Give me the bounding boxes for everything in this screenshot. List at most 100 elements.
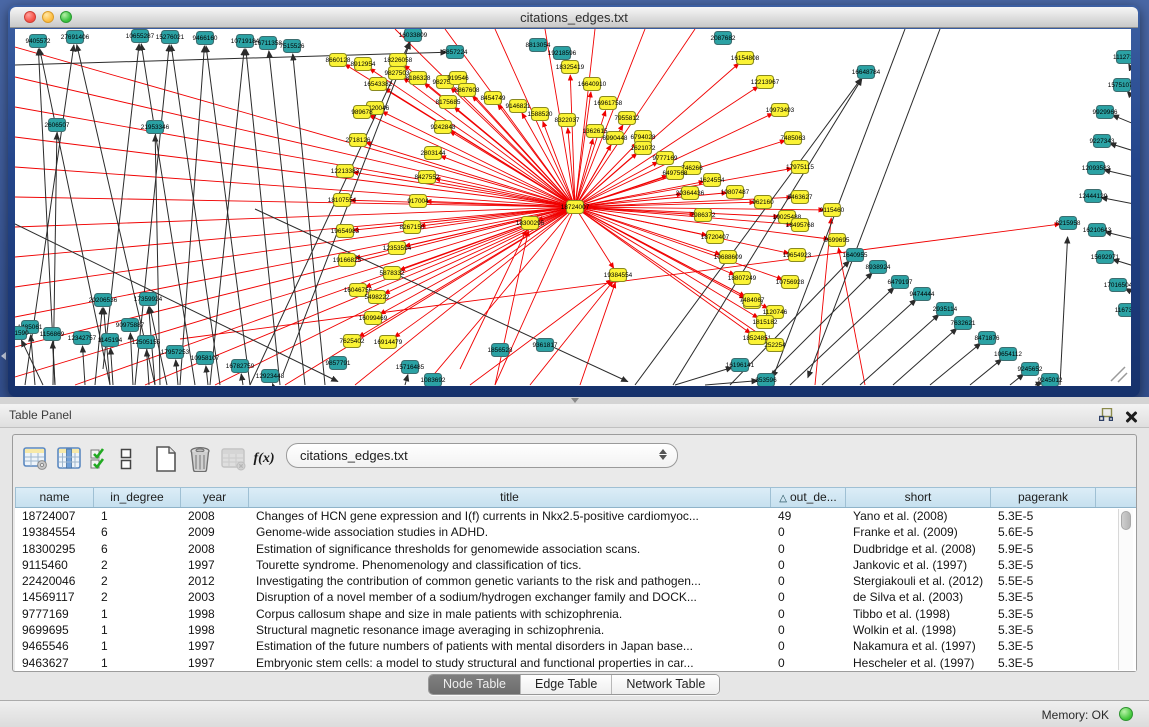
network-node[interactable]: 1145194: [98, 334, 123, 347]
row-height-icon[interactable]: [115, 444, 137, 474]
network-node[interactable]: 1112712: [1113, 51, 1131, 64]
network-node[interactable]: 10756928: [776, 276, 805, 289]
network-edge[interactable]: [570, 75, 575, 207]
network-edge[interactable]: [1112, 115, 1131, 124]
network-edge[interactable]: [285, 207, 575, 385]
network-node[interactable]: 12444129: [1079, 190, 1108, 203]
network-node[interactable]: 16782759: [226, 360, 255, 373]
network-edge[interactable]: [155, 135, 160, 385]
network-node[interactable]: 17957253: [161, 346, 190, 359]
network-edge[interactable]: [15, 47, 575, 207]
table-row[interactable]: 1456911722003Disruption of a novel membe…: [15, 589, 1136, 605]
table-row[interactable]: 1830029562008Estimation of significance …: [15, 541, 1136, 557]
network-node[interactable]: 16640910: [578, 78, 607, 91]
network-edge[interactable]: [893, 328, 957, 385]
network-svg[interactable]: 9405572276914061065528715276021946616010…: [15, 29, 1131, 386]
network-node[interactable]: 18325419: [556, 61, 585, 74]
network-edge[interactable]: [575, 92, 591, 207]
network-node[interactable]: 1167334: [1115, 304, 1131, 317]
column-header-out-degree[interactable]: △out_de...: [771, 488, 846, 507]
select-columns-icon[interactable]: [89, 444, 111, 474]
network-node[interactable]: 9474444: [910, 288, 935, 301]
network-edge[interactable]: [141, 44, 195, 385]
tab-network-table[interactable]: Network Table: [612, 675, 719, 694]
network-node[interactable]: 12213383: [331, 165, 360, 178]
split-pane-divider[interactable]: [0, 397, 1149, 404]
network-edge[interactable]: [860, 314, 939, 385]
network-node[interactable]: 12342757: [68, 332, 97, 345]
network-node[interactable]: 19384554: [604, 269, 633, 282]
network-edge[interactable]: [575, 207, 782, 279]
network-edge[interactable]: [705, 381, 758, 385]
network-edge[interactable]: [111, 348, 113, 385]
network-node[interactable]: 917004: [407, 195, 429, 208]
network-canvas[interactable]: 9405572276914061065528715276021946616010…: [15, 29, 1131, 386]
network-node[interactable]: 10654112: [994, 348, 1022, 361]
network-node[interactable]: 2718126: [346, 134, 371, 147]
network-node[interactable]: 1156869: [40, 328, 65, 341]
close-panel-icon[interactable]: [1125, 411, 1137, 423]
network-node[interactable]: 16033809: [399, 29, 428, 42]
close-window-button[interactable]: [24, 11, 36, 23]
network-node[interactable]: 19218596: [548, 47, 577, 60]
network-node[interactable]: 7485063: [781, 132, 806, 145]
network-node[interactable]: 1621072: [631, 142, 656, 155]
network-edge[interactable]: [1010, 374, 1024, 385]
network-node[interactable]: 15751074: [1108, 79, 1131, 92]
network-edge[interactable]: [15, 107, 575, 207]
network-edge[interactable]: [1127, 91, 1131, 99]
column-header-year[interactable]: year: [181, 488, 249, 507]
network-node[interactable]: 1588520: [528, 108, 553, 121]
network-edge[interactable]: [180, 46, 204, 385]
table-row[interactable]: 1872400712008Changes of HCN gene express…: [15, 508, 1136, 524]
network-node[interactable]: 1083692: [421, 374, 446, 387]
network-edge[interactable]: [283, 42, 410, 374]
network-node[interactable]: 919546: [447, 72, 469, 85]
network-node[interactable]: 2867608: [455, 84, 480, 97]
network-edge[interactable]: [930, 343, 981, 385]
network-node[interactable]: 7986372: [691, 209, 716, 222]
network-node[interactable]: 8912954: [351, 58, 376, 71]
network-node[interactable]: 9245012: [1038, 374, 1063, 387]
network-node[interactable]: 21953346: [141, 121, 170, 134]
column-header-name[interactable]: name: [15, 488, 94, 507]
network-node[interactable]: 2803144: [421, 147, 446, 160]
memory-status-indicator[interactable]: [1119, 707, 1133, 721]
network-edge[interactable]: [15, 137, 575, 207]
network-node[interactable]: 16196141: [726, 359, 755, 372]
network-node[interactable]: 7857224: [443, 46, 468, 59]
network-node[interactable]: 989678: [351, 106, 373, 119]
network-node[interactable]: 8215958: [1056, 217, 1081, 230]
delete-column-icon[interactable]: [185, 444, 215, 474]
network-node[interactable]: 18107554: [328, 194, 357, 207]
network-node[interactable]: 252254: [764, 339, 786, 352]
table-row[interactable]: 969969511998Structural magnetic resonanc…: [15, 622, 1136, 638]
network-edge[interactable]: [83, 346, 85, 385]
network-node[interactable]: 19166825: [333, 254, 362, 267]
network-edge[interactable]: [210, 49, 244, 385]
network-node[interactable]: 15692971: [1091, 251, 1120, 264]
network-node[interactable]: 9777169: [653, 152, 678, 165]
tab-node-table[interactable]: Node Table: [429, 675, 521, 694]
network-node[interactable]: 7955812: [615, 112, 640, 125]
network-node[interactable]: 9466160: [193, 32, 218, 45]
network-edge[interactable]: [353, 172, 575, 207]
network-edge[interactable]: [255, 209, 628, 382]
network-node[interactable]: 12093583: [1082, 162, 1111, 175]
network-edge[interactable]: [495, 231, 528, 385]
network-edge[interactable]: [440, 156, 575, 207]
network-node[interactable]: 27691406: [61, 31, 90, 44]
network-node[interactable]: 18226058: [384, 54, 413, 67]
network-edge[interactable]: [15, 197, 575, 207]
table-mode-icon[interactable]: [21, 444, 51, 474]
table-vertical-scrollbar[interactable]: [1118, 509, 1133, 670]
network-node[interactable]: 8186328: [406, 72, 431, 85]
network-node[interactable]: 962160: [752, 196, 774, 209]
network-node[interactable]: 16648784: [852, 66, 881, 79]
minimize-window-button[interactable]: [42, 11, 54, 23]
network-node[interactable]: 9929966: [1093, 106, 1118, 119]
function-builder-icon[interactable]: f(x): [253, 444, 275, 474]
network-node[interactable]: 6479197: [888, 276, 913, 289]
column-header-in-degree[interactable]: in_degree: [94, 488, 181, 507]
network-edge[interactable]: [580, 283, 615, 385]
